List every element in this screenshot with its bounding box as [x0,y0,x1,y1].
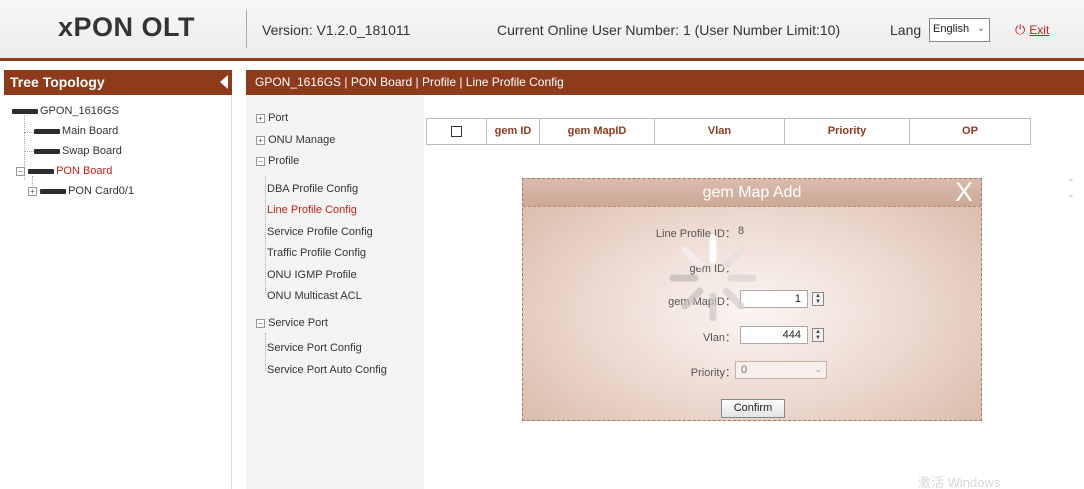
collapse-icon[interactable]: − [256,318,265,328]
board-icon [40,188,67,194]
menu-item-label: DBA Profile Config [267,183,359,195]
expand-icon[interactable]: + [256,113,265,123]
expand-icon[interactable]: + [28,186,37,196]
loading-spinner-icon [669,234,757,322]
board-icon [12,108,38,114]
menu-item-onu-manage[interactable]: + ONU Manage [256,134,335,146]
tree-topology-header: Tree Topology [4,70,232,95]
menu-connector-line [265,176,266,295]
scrollbar[interactable]: ⌃ ⌄ [1065,177,1077,203]
app-window: xPON OLT Version: V1.2.0_181011 Current … [0,0,1084,489]
column-header[interactable]: OP [910,119,1030,144]
breadcrumb: GPON_1616GS | PON Board | Profile | Line… [246,70,1084,95]
dialog-title: gem Map Add [702,184,802,201]
menu-item-label: ONU Manage [268,134,336,146]
menu-item-label: Line Profile Config [267,204,357,216]
priority-select[interactable]: 0 ⌄ [735,361,827,379]
menu-item-label: ONU IGMP Profile [267,269,357,281]
menu-item-label: ONU Multicast ACL [267,290,362,302]
menu-item-label: Service Port Auto Config [267,364,387,376]
exit-link[interactable]: ⏻ Exit [1015,22,1049,38]
menu-item-label: Service Port [268,317,328,329]
menu-item-label: Service Profile Config [267,226,373,238]
menu-connector-line [265,333,266,371]
header-divider [246,10,247,48]
online-user-text: Current Online User Number: 1 (User Numb… [497,22,841,38]
lang-select[interactable]: English ⌄ [929,18,990,42]
collapse-icon[interactable]: − [256,156,265,166]
windows-activation-watermark: 激活 Windows [918,475,1001,489]
close-icon[interactable]: X [955,177,973,208]
tree-connector-line [24,151,34,152]
select-all-checkbox[interactable] [451,125,462,137]
menu-item-line-profile[interactable]: Line Profile Config [267,204,357,216]
tree-item-label: PON Card0/1 [68,185,135,197]
exit-label: Exit [1029,23,1050,37]
menu-item-dba-profile[interactable]: DBA Profile Config [267,183,358,195]
priority-label: Priority： [690,367,736,379]
column-header[interactable]: Vlan [655,119,785,144]
gem-map-add-dialog: gem Map Add X Line Profile ID： 8 gem ID：… [522,177,982,421]
tree-item-pon-card[interactable]: + PON Card0/1 [28,185,134,197]
lang-label: Lang [890,22,922,38]
menu-item-label: Port [268,112,289,124]
version-text: Version: V1.2.0_181011 [262,22,411,38]
app-logo: xPON OLT [58,12,196,42]
collapse-arrow-icon[interactable] [220,75,228,89]
board-icon [34,128,60,134]
tree-item-main-board[interactable]: Main Board [34,125,118,137]
menu-item-service-port[interactable]: − Service Port [256,317,328,329]
expand-icon[interactable]: + [256,135,265,145]
tree-item-label: PON Board [56,165,113,177]
menu-item-label: Profile [268,155,300,167]
table-header: gem ID gem MapID Vlan Priority OP [426,118,1031,145]
menu-item-onu-multicast-acl[interactable]: ONU Multicast ACL [267,290,362,302]
chevron-down-icon: ⌄ [976,23,985,34]
confirm-button[interactable]: Confirm [721,399,785,418]
select-all-cell [427,119,487,144]
tree-item-label: Main Board [62,125,119,137]
tree-item-pon-board[interactable]: − PON Board [16,165,112,177]
menu-item-service-port-config[interactable]: Service Port Config [267,342,362,354]
menu-item-label: Traffic Profile Config [267,247,367,259]
tree-topology-panel: Tree Topology GPON_1616GS Main Board Swa… [4,70,232,489]
column-header[interactable]: Priority [785,119,910,144]
column-header[interactable]: gem ID [487,119,540,144]
tree-item-label: Swap Board [62,145,122,157]
vlan-spinner[interactable]: ▲ ▼ [812,328,824,342]
function-menu-panel: + Port + ONU Manage − Profile DBA Profil… [246,95,424,489]
priority-select-value: 0 [741,364,748,376]
menu-item-service-port-auto-config[interactable]: Service Port Auto Config [267,364,387,376]
menu-item-port[interactable]: + Port [256,112,288,124]
menu-item-label: Service Port Config [267,342,362,354]
tree-connector-line [24,132,34,133]
chevron-down-icon: ⌄ [814,364,822,374]
power-icon: ⏻ [1015,22,1026,37]
menu-item-traffic-profile[interactable]: Traffic Profile Config [267,247,366,259]
tree-topology-title: Tree Topology [10,74,105,90]
tree-item-swap-board[interactable]: Swap Board [34,145,122,157]
tree-item-label: GPON_1616GS [40,105,119,117]
lang-select-value: English [933,23,970,35]
board-icon [28,168,55,174]
dialog-title-bar: gem Map Add X [523,177,981,208]
top-header: xPON OLT Version: V1.2.0_181011 Current … [0,0,1084,61]
tree-item-gpon[interactable]: GPON_1616GS [12,105,119,117]
column-header[interactable]: gem MapID [540,119,655,144]
collapse-icon[interactable]: − [16,166,25,176]
menu-item-onu-igmp-profile[interactable]: ONU IGMP Profile [267,269,357,281]
menu-item-profile[interactable]: − Profile [256,155,299,167]
gem-mapid-spinner[interactable]: ▲ ▼ [812,292,824,306]
menu-item-service-profile[interactable]: Service Profile Config [267,226,373,238]
board-icon [34,148,60,154]
